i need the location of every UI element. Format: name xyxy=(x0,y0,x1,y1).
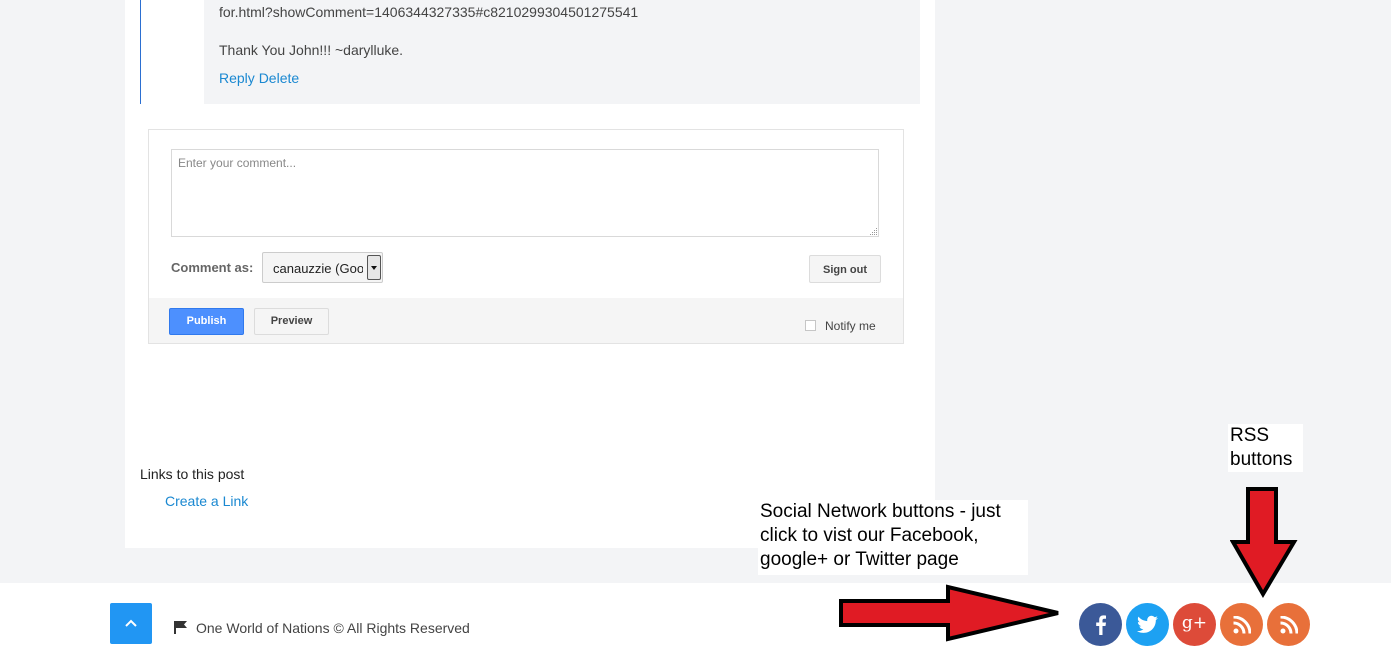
comment-thread-line xyxy=(140,0,141,104)
comment-form: Comment as: canauzzie (Goo Sign out Publ… xyxy=(148,129,904,344)
annotation-line: buttons xyxy=(1230,449,1293,470)
flag-icon xyxy=(174,621,187,634)
identity-select[interactable]: canauzzie (Goo xyxy=(262,252,383,283)
delete-link[interactable]: Delete xyxy=(259,70,299,86)
notify-me-label: Notify me xyxy=(825,319,876,333)
rss-icon xyxy=(1280,616,1298,634)
sign-out-button[interactable]: Sign out xyxy=(809,255,881,283)
comment-as-label: Comment as: xyxy=(171,260,254,275)
annotation-line: google+ or Twitter page xyxy=(760,549,959,570)
comment-form-footer: Publish Preview Notify me xyxy=(149,298,903,343)
preview-button[interactable]: Preview xyxy=(254,308,329,335)
rss-buttons-annotation: RSS buttons xyxy=(1228,424,1303,472)
reply-comment: for.html?showComment=1406344327335#c8210… xyxy=(204,0,920,104)
back-to-top-button[interactable] xyxy=(110,603,152,644)
copyright-text: One World of Nations © All Rights Reserv… xyxy=(196,620,470,636)
reply-text: Thank You John!!! ~darylluke. xyxy=(219,42,404,58)
create-link[interactable]: Create a Link xyxy=(165,493,248,509)
facebook-button[interactable] xyxy=(1079,603,1122,646)
google-plus-icon: g+ xyxy=(1181,613,1208,633)
comment-input[interactable] xyxy=(171,149,879,237)
arrow-right-icon xyxy=(839,584,1059,642)
notify-me-checkbox[interactable] xyxy=(805,320,816,331)
arrow-down-icon xyxy=(1230,487,1298,598)
annotation-line: Social Network buttons - just xyxy=(760,501,1001,522)
twitter-icon xyxy=(1137,615,1158,633)
rss-icon xyxy=(1233,616,1251,634)
rss-button-2[interactable] xyxy=(1267,603,1310,646)
resize-grip-icon[interactable] xyxy=(868,226,878,236)
publish-button[interactable]: Publish xyxy=(169,308,244,335)
reply-url-text: for.html?showComment=1406344327335#c8210… xyxy=(219,4,639,20)
chevron-down-icon[interactable] xyxy=(367,255,381,280)
reply-actions: Reply Delete xyxy=(219,70,299,86)
annotation-line: click to vist our Facebook, xyxy=(760,525,979,546)
chevron-up-icon xyxy=(125,619,137,627)
identity-value: canauzzie (Goo xyxy=(273,261,363,276)
facebook-icon xyxy=(1096,615,1106,635)
social-buttons-annotation: Social Network buttons - just click to v… xyxy=(758,500,1028,575)
rss-button-1[interactable] xyxy=(1220,603,1263,646)
google-plus-button[interactable]: g+ xyxy=(1173,603,1216,646)
reply-link[interactable]: Reply xyxy=(219,70,255,86)
annotation-line: RSS xyxy=(1230,425,1270,446)
twitter-button[interactable] xyxy=(1126,603,1169,646)
links-to-post-heading: Links to this post xyxy=(140,466,245,482)
